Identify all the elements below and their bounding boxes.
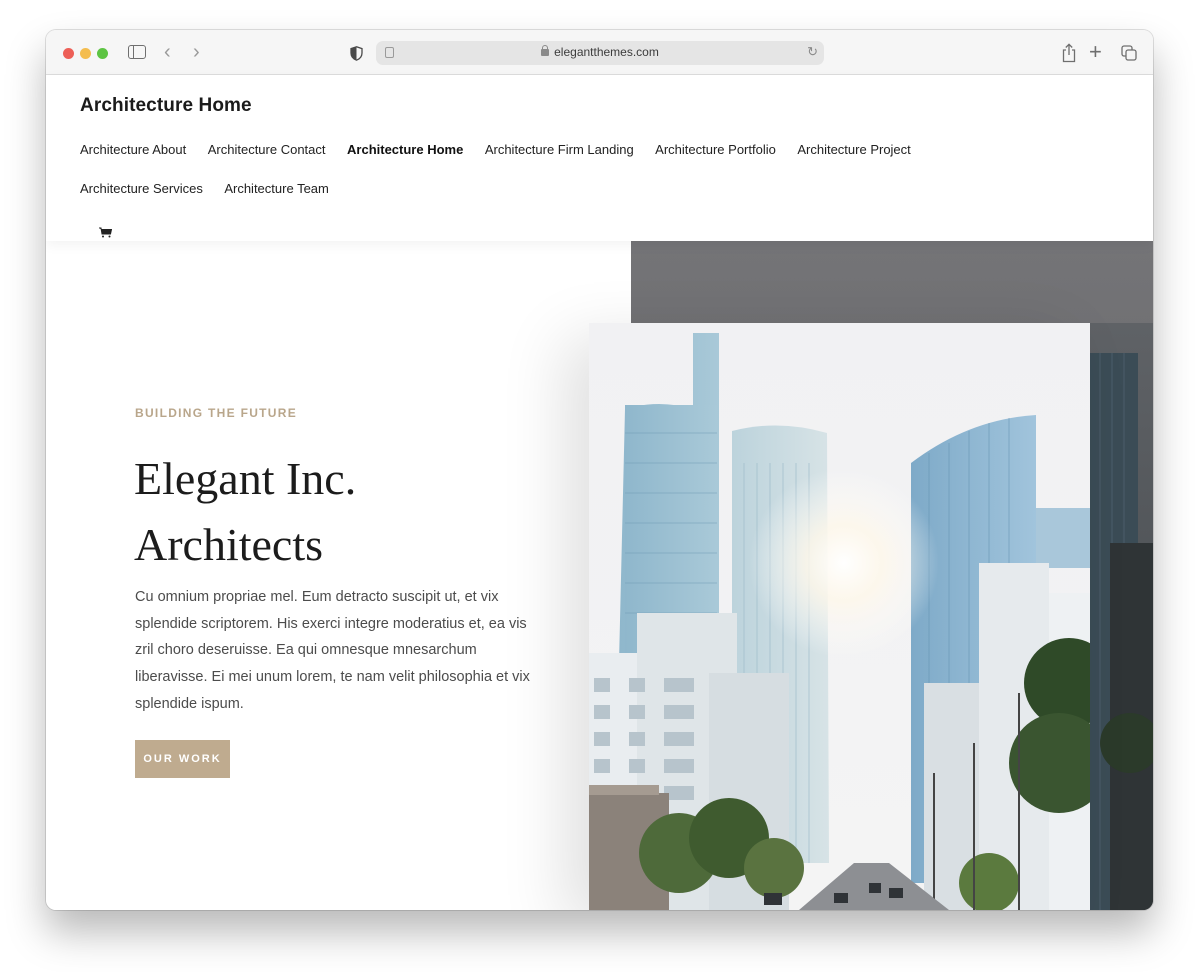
hero-description: Cu omnium propriae mel. Eum detracto sus… xyxy=(135,589,530,712)
cart-icon[interactable] xyxy=(99,225,113,238)
main-menu: Architecture About Architecture Contact … xyxy=(80,141,1040,197)
browser-toolbar: ‹ › elegantthemes.com ↻ + xyxy=(46,30,1153,75)
menu-item-team[interactable]: Architecture Team xyxy=(224,180,329,197)
sidebar-icon[interactable] xyxy=(128,45,146,59)
tabs-overview-icon[interactable] xyxy=(1121,45,1137,61)
hero-photo xyxy=(589,323,1090,910)
share-icon[interactable] xyxy=(1061,43,1077,63)
hero-headline-line-2: Architects xyxy=(134,519,324,570)
zoom-window-button[interactable] xyxy=(97,48,108,59)
menu-item-firm-landing[interactable]: Architecture Firm Landing xyxy=(485,141,634,158)
lock-icon xyxy=(541,45,550,56)
plus-icon[interactable]: + xyxy=(1089,39,1102,65)
url-text[interactable]: elegantthemes.com xyxy=(554,45,659,59)
site-title[interactable]: Architecture Home xyxy=(80,95,252,117)
menu-item-services[interactable]: Architecture Services xyxy=(80,180,203,197)
menu-item-home[interactable]: Architecture Home xyxy=(347,141,463,158)
chevron-right-icon[interactable]: › xyxy=(193,41,200,64)
menu-item-project[interactable]: Architecture Project xyxy=(797,141,910,158)
reload-icon[interactable]: ↻ xyxy=(807,44,818,60)
close-window-button[interactable] xyxy=(63,48,74,59)
minimize-window-button[interactable] xyxy=(80,48,91,59)
hero-section: BUILDING THE FUTURE Elegant Inc. Archite… xyxy=(46,241,1153,910)
menu-item-about[interactable]: Architecture About xyxy=(80,141,186,158)
address-bar[interactable]: elegantthemes.com ↻ xyxy=(376,41,824,65)
site-header: Architecture Home Architecture About Arc… xyxy=(46,75,1153,241)
our-work-button[interactable]: OUR WORK xyxy=(135,740,230,778)
hero-photo-edge xyxy=(1090,323,1153,910)
menu-item-contact[interactable]: Architecture Contact xyxy=(208,141,326,158)
menu-item-portfolio[interactable]: Architecture Portfolio xyxy=(655,141,776,158)
hero-headline-line-1: Elegant Inc. xyxy=(134,453,357,504)
city-street-illustration xyxy=(589,323,1090,910)
browser-window: ‹ › elegantthemes.com ↻ + Architecture H… xyxy=(46,30,1153,910)
hero-headline: Elegant Inc. Architects xyxy=(134,446,554,578)
chevron-left-icon[interactable]: ‹ xyxy=(164,41,171,64)
shield-icon[interactable] xyxy=(350,46,363,61)
hero-eyebrow: BUILDING THE FUTURE xyxy=(135,406,298,420)
